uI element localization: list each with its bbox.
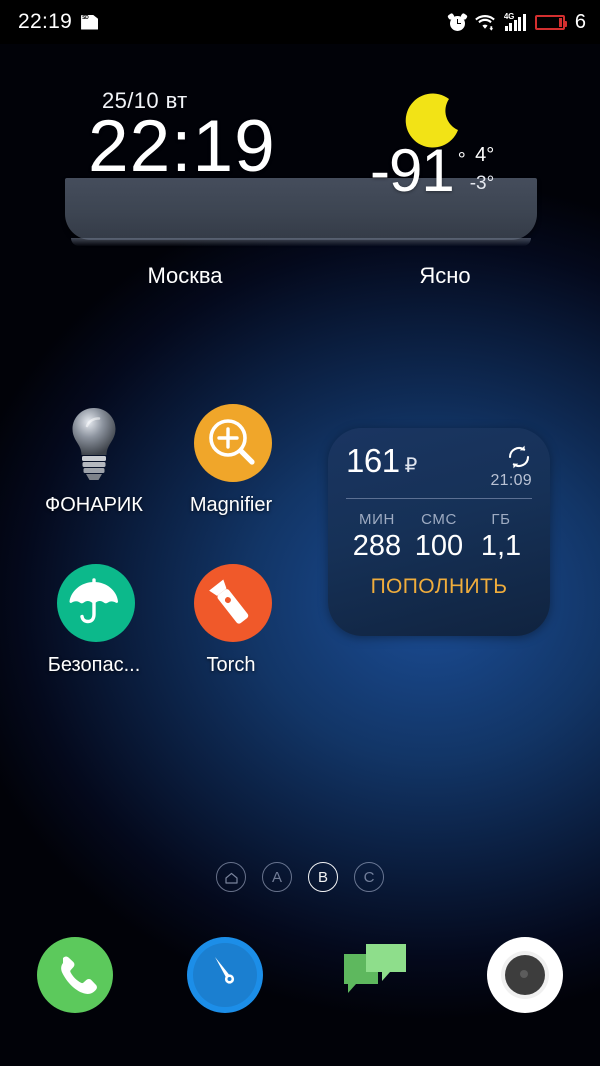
stat-label: МИН xyxy=(359,511,395,528)
balance-stat-minutes: МИН 288 xyxy=(346,511,408,563)
app-icon-security[interactable]: Безопас... xyxy=(28,558,160,677)
app-icon-magnifier[interactable]: Magnifier xyxy=(165,398,297,517)
dock xyxy=(0,925,600,1025)
page-dot-b[interactable]: B xyxy=(308,862,338,892)
dock-item-phone[interactable] xyxy=(0,925,150,1025)
weather-condition-label: Ясно xyxy=(419,263,471,288)
stat-value: 100 xyxy=(414,530,464,562)
stat-value: 288 xyxy=(352,530,402,562)
page-dot-home[interactable] xyxy=(216,862,246,892)
sd-card-icon: SD xyxy=(81,14,99,30)
status-bar-clock: 22:19 xyxy=(18,10,73,33)
umbrella-icon xyxy=(48,558,140,650)
balance-stats: МИН 288 СМС 100 ГБ 1,1 xyxy=(346,511,532,563)
phone-icon xyxy=(34,934,116,1016)
page-indicator: A B C xyxy=(0,862,600,892)
compass-icon xyxy=(184,934,266,1016)
app-label-torch: Torch xyxy=(206,654,256,676)
stat-label: СМС xyxy=(421,511,457,528)
battery-low-icon xyxy=(534,14,567,30)
stat-value: 1,1 xyxy=(480,530,522,562)
battery-percent-label: 6 xyxy=(574,10,586,33)
temperature-low: -3° xyxy=(469,173,495,194)
wifi-icon xyxy=(475,14,495,31)
signal-bars-icon: 4G xyxy=(503,12,526,31)
status-bar-indicators: 4G 6 xyxy=(446,10,586,34)
page-dot-a[interactable]: A xyxy=(262,862,292,892)
balance-currency-symbol: ₽ xyxy=(404,455,418,477)
home-icon xyxy=(224,871,238,884)
balance-header: 161 ₽ 21:09 xyxy=(346,442,532,490)
balance-stat-sms: СМС 100 xyxy=(408,511,470,563)
messages-icon xyxy=(334,934,416,1016)
flashlight-icon xyxy=(185,558,277,650)
clock-weather-widget[interactable]: 25/10 вт 22:19 -91 ° 4° -3° Москва Ясно xyxy=(0,84,600,299)
temperature-high: 4° xyxy=(475,144,495,166)
app-label-magnifier: Magnifier xyxy=(189,494,273,516)
dock-item-camera[interactable] xyxy=(450,925,600,1025)
weather-city-label: Москва xyxy=(147,263,223,288)
page-dot-c[interactable]: C xyxy=(354,862,384,892)
top-up-button[interactable]: ПОПОЛНИТЬ xyxy=(346,575,532,599)
balance-widget[interactable]: 161 ₽ 21:09 МИН 288 СМС 100 ГБ 1,1 ПОПОЛ… xyxy=(328,428,550,636)
alarm-clock-icon xyxy=(446,12,468,31)
app-label-security: Безопас... xyxy=(47,654,141,676)
balance-updated-time: 21:09 xyxy=(490,472,532,489)
app-icon-torch[interactable]: Torch xyxy=(165,558,297,677)
app-icon-flashlight[interactable]: ФОНАРИК xyxy=(28,398,160,517)
magnifier-plus-icon xyxy=(185,398,277,490)
temperature-current: -91 xyxy=(370,137,455,204)
dock-item-browser[interactable] xyxy=(150,925,300,1025)
refresh-icon[interactable] xyxy=(506,444,532,470)
balance-refresh-block[interactable]: 21:09 xyxy=(490,442,532,490)
home-screen: 22:19 SD 4G 6 25/10 вт 22:19 -91 ° 4° -3… xyxy=(0,0,600,1066)
balance-divider xyxy=(346,498,532,499)
status-bar[interactable]: 22:19 SD 4G 6 xyxy=(0,0,600,44)
temperature-degree-symbol: ° xyxy=(457,149,466,171)
light-bulb-icon xyxy=(48,398,140,490)
dock-item-messages[interactable] xyxy=(300,925,450,1025)
temperature-high-low: 4° -3° xyxy=(470,144,495,195)
balance-amount: 161 xyxy=(346,442,400,479)
balance-amount-row: 161 ₽ xyxy=(346,442,417,480)
camera-icon xyxy=(484,934,566,1016)
stat-label: ГБ xyxy=(491,511,511,528)
sd-card-label: SD xyxy=(82,14,89,21)
clock-time-label[interactable]: 22:19 xyxy=(88,110,276,183)
app-label-flashlight: ФОНАРИК xyxy=(45,494,143,516)
weather-temperature-block[interactable]: -91 ° 4° -3° xyxy=(370,137,495,204)
balance-stat-data: ГБ 1,1 xyxy=(470,511,532,563)
network-type-label: 4G xyxy=(503,12,515,21)
